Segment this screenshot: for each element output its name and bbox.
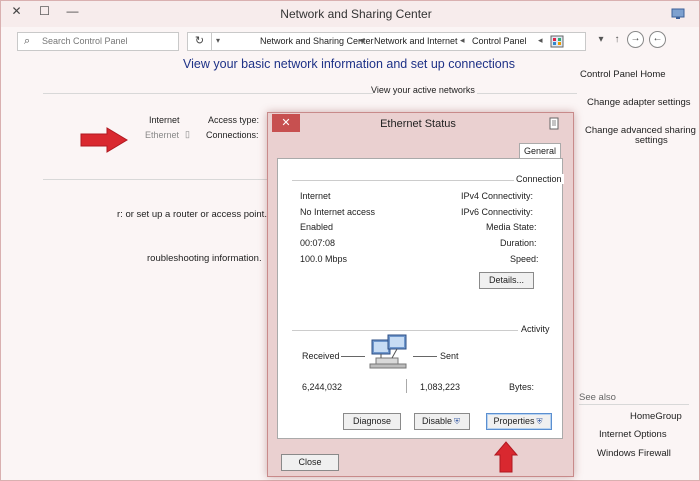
ipv6-value: No Internet access [300,207,376,217]
homegroup-link[interactable]: HomeGroup [630,411,682,422]
change-adapter-settings-link[interactable]: Change adapter settings [587,97,691,108]
group-divider [292,330,518,331]
active-networks-label: View your active networks [371,85,475,95]
bytes-received-value: 6,244,032 [302,382,343,392]
diagnose-button[interactable]: Diagnose [343,413,401,430]
dialog-close-icon[interactable]: ✕ [272,114,300,132]
general-panel: Connection IPv4 Connectivity: Internet I… [277,158,564,439]
bytes-sent-value: 1,083,223 [420,382,461,392]
received-label: Received [302,351,340,361]
sent-label: Sent [440,351,459,361]
disable-button[interactable]: Disable ⛨ [414,413,470,430]
bytes-divider [406,379,407,393]
red-arrow-icon [79,127,129,155]
divider [43,179,269,180]
dialog-title-bar: ✕ Ethernet Status [268,113,573,135]
network-computers-icon [368,334,412,376]
speed-value: 100.0 Mbps [300,254,348,264]
divider [579,404,689,405]
properties-button[interactable]: Properties ⛨ [486,413,552,430]
speed-label: Speed: [510,254,539,264]
close-dialog-button[interactable]: Close [281,454,339,471]
dialog-title: Ethernet Status [380,118,456,130]
recent-locations-button[interactable]: ▾ [594,32,608,48]
bytes-label: Bytes: [509,382,535,392]
ipv6-label: IPv6 Connectivity: [461,207,534,217]
control-panel-icon [550,35,564,50]
ethernet-icon: ▯ [185,129,190,139]
connection-group-label: Connection [514,174,564,184]
ethernet-status-dialog: ✕ Ethernet Status General Connection IPv… [267,112,574,477]
divider [477,93,577,94]
divider [43,93,373,94]
search-icon: ⌕ [24,35,31,47]
activity-group-label: Activity [519,324,552,334]
ipv4-label: IPv4 Connectivity: [461,191,534,201]
refresh-button[interactable]: ↻ [187,32,212,51]
sent-line [413,356,437,357]
address-dropdown-icon[interactable]: ▾ [216,36,220,45]
media-state-value: Enabled [300,222,334,232]
maximize-button[interactable]: ☐ [31,2,58,22]
shield-icon: ⛨ [536,417,543,426]
up-button[interactable]: ↑ [610,32,624,48]
dialog-window-icon [549,117,559,133]
chevron-left-icon[interactable]: ◂ [359,35,364,46]
network-sharing-window: ✕ ☐ — Network and Sharing Center ⌕ Searc… [0,0,700,481]
back-button[interactable]: ← [649,31,666,48]
duration-value: 00:07:08 [300,238,336,248]
access-type-value: Internet [149,115,180,125]
media-state-label: Media State: [486,222,537,232]
search-box[interactable]: ⌕ Search Control Panel [17,32,179,51]
breadcrumb-network-internet[interactable]: Network and Internet [374,36,458,46]
address-row: ⌕ Search Control Panel ↻ ▾ Network and S… [1,27,699,55]
tab-general[interactable]: General [519,143,561,159]
title-bar: ✕ ☐ — Network and Sharing Center [1,1,699,27]
window-title: Network and Sharing Center [280,7,432,21]
search-input[interactable]: Search Control Panel [42,36,128,46]
red-arrow-up-icon [493,441,519,475]
windows-firewall-link[interactable]: Windows Firewall [597,448,671,459]
group-divider [292,180,514,181]
change-advanced-sharing-link-line2[interactable]: settings [635,135,668,146]
chevron-left-icon[interactable]: ◂ [460,35,465,46]
ipv4-value: Internet [300,191,331,201]
access-type-label: Access type: [208,115,260,125]
page-heading: View your basic network information and … [183,57,515,71]
duration-label: Duration: [500,238,537,248]
connections-label: Connections: [206,130,259,140]
chevron-left-icon[interactable]: ◂ [538,35,543,46]
close-window-button[interactable]: ✕ [3,2,30,22]
breadcrumb-control-panel[interactable]: Control Panel [472,36,527,46]
shield-icon: ⛨ [454,417,460,426]
forward-button[interactable]: → [627,31,644,48]
setup-connection-text: r: or set up a router or access point. [117,209,267,220]
ethernet-connection-link[interactable]: ▯ Ethernet [141,128,197,142]
minimize-button[interactable]: — [59,2,86,22]
address-bar[interactable]: ▾ Network and Sharing Center ◂ Network a… [211,32,586,51]
network-center-icon [671,6,685,20]
see-also-label: See also [579,392,616,403]
control-panel-home-link[interactable]: Control Panel Home [580,69,666,80]
internet-options-link[interactable]: Internet Options [599,429,667,440]
received-line [341,356,365,357]
breadcrumb-network-sharing[interactable]: Network and Sharing Center [260,36,374,46]
details-button[interactable]: Details... [479,272,534,289]
troubleshoot-text: roubleshooting information. [147,253,262,264]
